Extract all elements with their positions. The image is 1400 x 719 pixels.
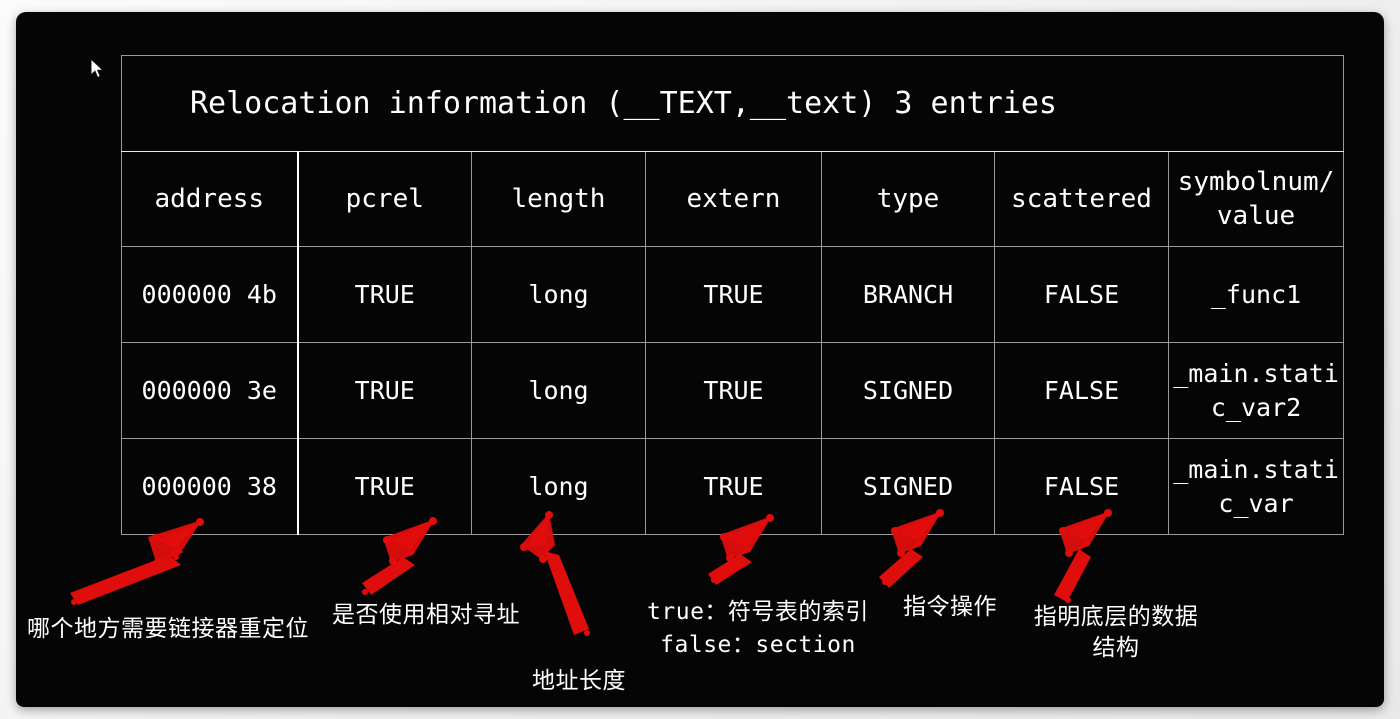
cell-symbolnum: _func1 [1167,246,1345,343]
cell-pcrel: TRUE [297,342,472,439]
cell-type: BRANCH [821,246,995,343]
annotation-label-scattered: 指明底层的数据 结构 [1033,604,1199,661]
column-header-scattered: scattered [994,151,1169,247]
column-header-type: type [821,151,995,247]
table-title: Relocation information (__TEXT,__text) 3… [120,55,1345,152]
cell-length: long [471,246,646,343]
column-header-address: address [121,151,299,247]
slide-panel: Relocation information (__TEXT,__text) 3… [16,12,1384,707]
cell-length: long [471,342,646,439]
table-header-row: address pcrel length extern type scatter… [121,151,1345,247]
cell-scattered: FALSE [994,438,1169,535]
table-row: 000000 38 TRUE long TRUE SIGNED FALSE _m… [121,438,1345,535]
cell-scattered: FALSE [994,342,1169,439]
cell-extern: TRUE [645,438,822,535]
cell-type: SIGNED [821,342,995,439]
cell-pcrel: TRUE [297,246,472,343]
annotation-label-type: 指令操作 [903,594,997,620]
annotation-label-extern: true：符号表的索引 false：section [647,599,869,658]
cell-length: long [471,438,646,535]
table-title-row: Relocation information (__TEXT,__text) 3… [120,55,1345,152]
cell-symbolnum: _main.static_var [1167,438,1345,535]
annotation-label-pcrel: 是否使用相对寻址 [332,602,520,628]
column-header-symbolnum: symbolnum/ value [1167,151,1345,247]
column-header-extern: extern [645,151,822,247]
screen: Relocation information (__TEXT,__text) 3… [0,0,1400,719]
table-row: 000000 3e TRUE long TRUE SIGNED FALSE _m… [121,342,1345,439]
cell-scattered: FALSE [994,246,1169,343]
cell-address: 000000 3e [121,342,299,439]
cell-pcrel: TRUE [297,438,472,535]
cell-extern: TRUE [645,246,822,343]
column-header-length: length [471,151,646,247]
mouse-pointer-icon [90,58,105,79]
table-row: 000000 4b TRUE long TRUE BRANCH FALSE _f… [121,246,1345,343]
cell-address: 000000 38 [121,438,299,535]
annotation-label-length: 地址长度 [532,668,626,694]
annotation-label-address: 哪个地方需要链接器重定位 [27,616,309,642]
cell-address: 000000 4b [121,246,299,343]
column-header-pcrel: pcrel [297,151,472,247]
cell-symbolnum: _main.static_var2 [1167,342,1345,439]
cell-extern: TRUE [645,342,822,439]
cell-type: SIGNED [821,438,995,535]
relocation-table: Relocation information (__TEXT,__text) 3… [120,55,1345,535]
